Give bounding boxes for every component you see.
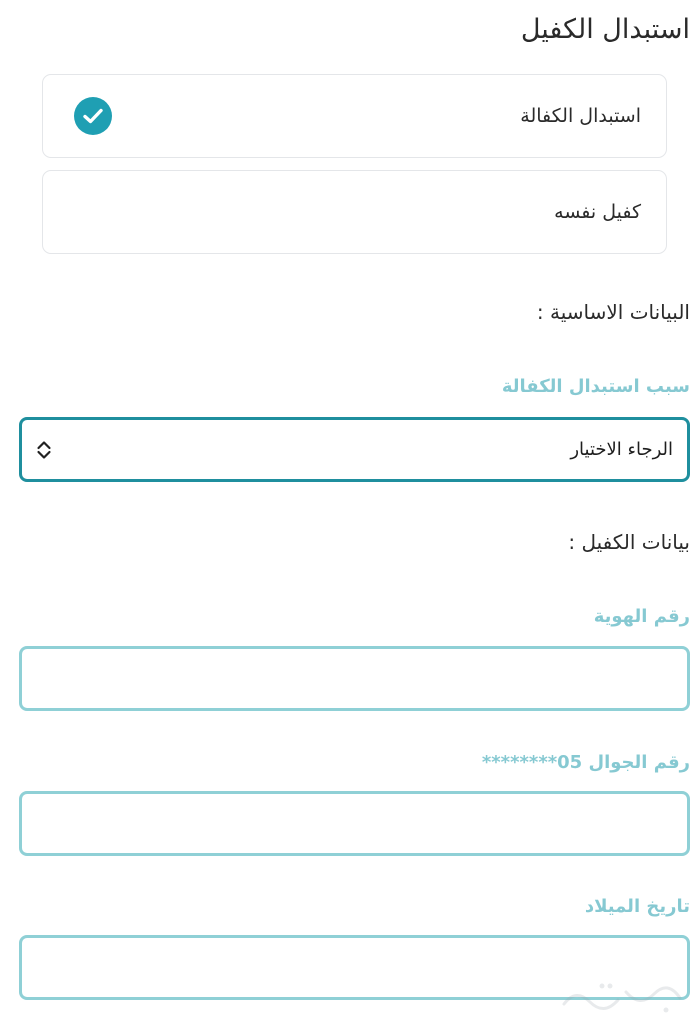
reason-select[interactable]: الرجاء الاختيار — [19, 417, 690, 482]
mobile-number-label: رقم الجوال 05******** — [481, 752, 690, 773]
birth-date-label: تاريخ الميلاد — [584, 896, 690, 917]
check-circle-icon — [74, 97, 112, 135]
option-card-replace-guarantee[interactable]: استبدال الكفالة — [42, 74, 667, 158]
option-label: استبدال الكفالة — [520, 105, 641, 127]
chevron-up-down-icon — [37, 440, 51, 459]
mobile-number-input[interactable] — [19, 791, 690, 856]
basic-info-heading: البيانات الاساسية : — [536, 300, 690, 324]
option-card-self-guarantor[interactable]: كفيل نفسه — [42, 170, 667, 254]
reason-label: سبب استبدال الكفالة — [501, 376, 690, 397]
form-page: استبدال الكفيل استبدال الكفالة كفيل نفسه… — [0, 0, 700, 1016]
id-number-label: رقم الهوية — [593, 606, 690, 627]
page-title: استبدال الكفيل — [520, 14, 690, 45]
reason-select-value: الرجاء الاختيار — [570, 439, 673, 460]
guarantor-info-heading: بيانات الكفيل : — [568, 530, 690, 554]
option-label: كفيل نفسه — [554, 201, 641, 223]
logo-watermark-icon — [562, 983, 682, 1013]
id-number-input[interactable] — [19, 646, 690, 711]
